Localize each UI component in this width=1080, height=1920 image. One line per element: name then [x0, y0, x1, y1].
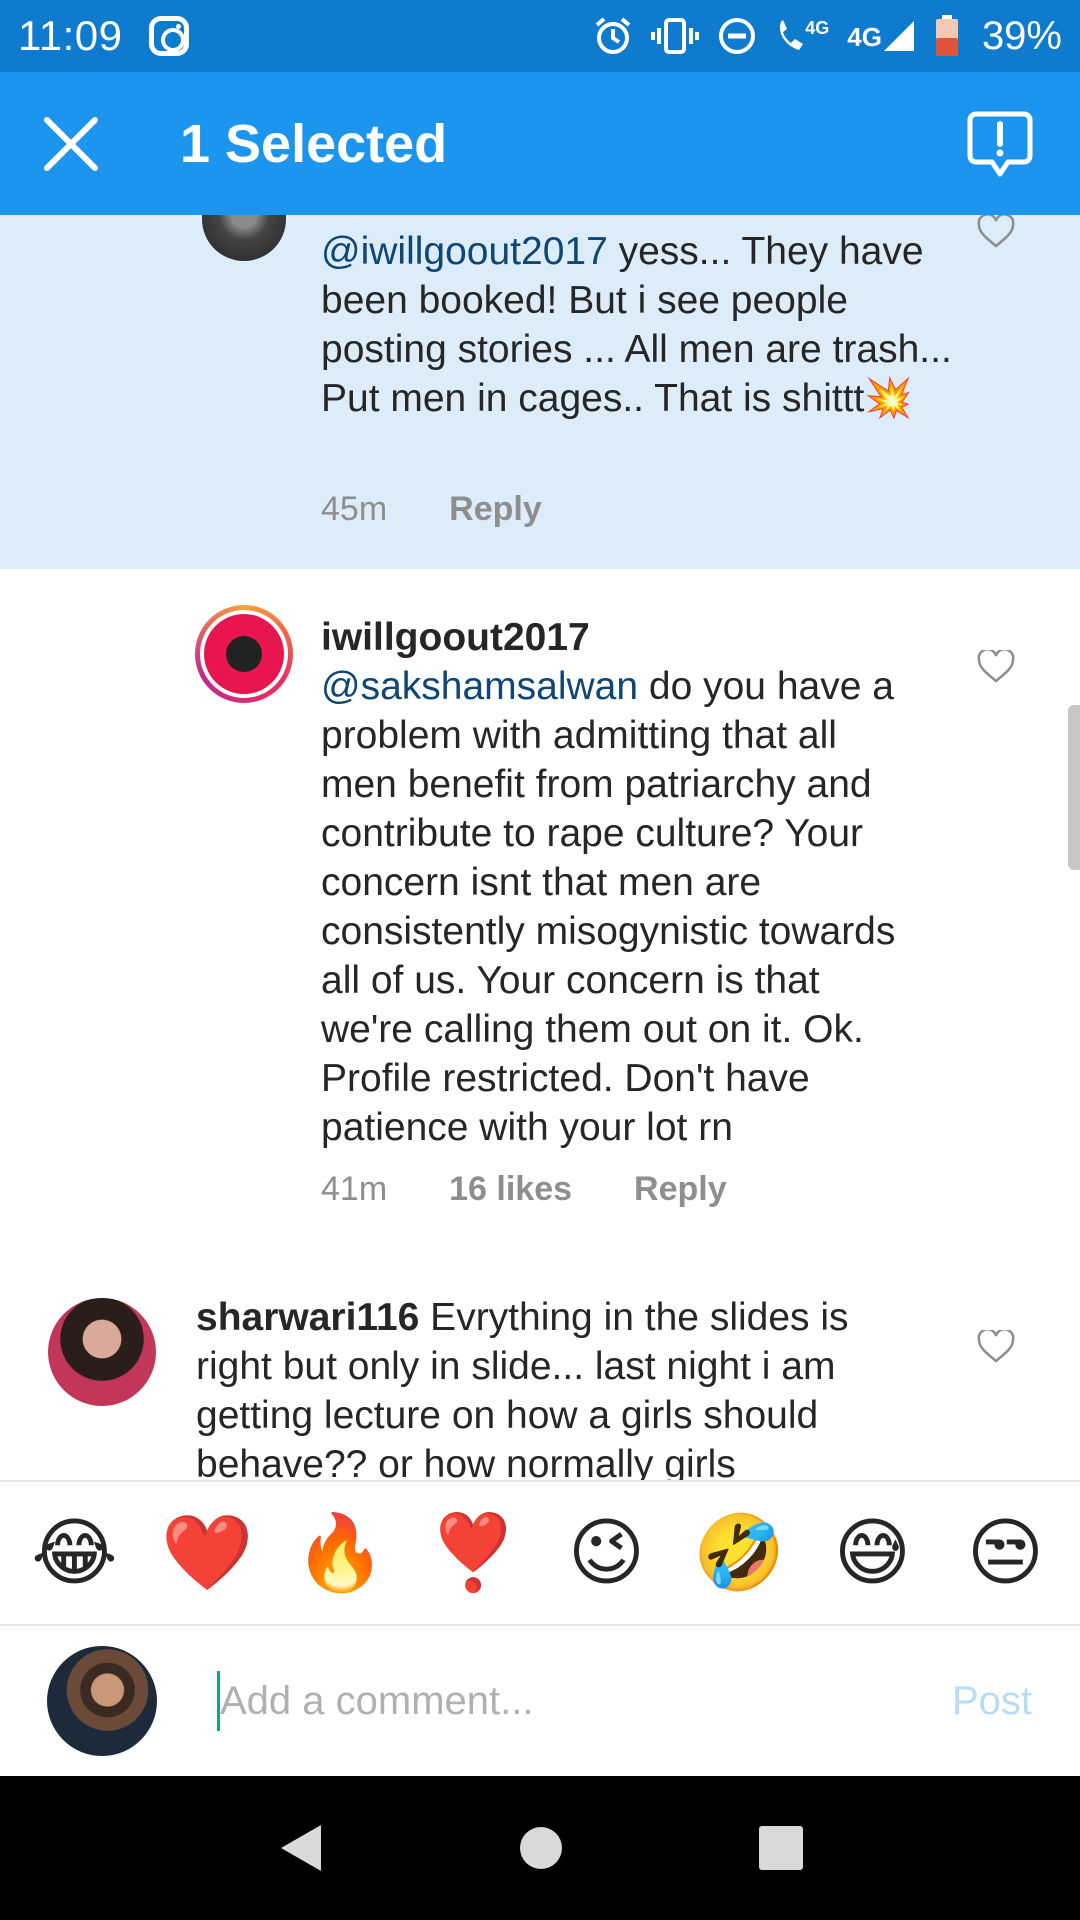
comment-meta: 45m Reply — [321, 490, 542, 529]
system-nav-bar — [0, 1776, 1080, 1920]
emoji-button[interactable]: 😂 — [20, 1516, 130, 1590]
emoji-button[interactable]: 😒 — [951, 1516, 1061, 1590]
emoji-button[interactable]: ❣️ — [419, 1516, 529, 1590]
instagram-icon — [148, 16, 189, 56]
alarm-icon — [595, 17, 631, 54]
emoji-button[interactable]: 🤣 — [685, 1516, 795, 1590]
avatar[interactable] — [195, 605, 293, 703]
battery-percent: 39% — [981, 13, 1062, 58]
comment-input[interactable] — [217, 1671, 897, 1731]
volte-call-icon: 4G — [775, 18, 829, 54]
network-small-label: 4G — [805, 18, 830, 38]
likes-count[interactable]: 16 likes — [449, 1170, 572, 1209]
emoji-button[interactable]: 😅 — [818, 1516, 928, 1590]
vibrate-icon — [651, 18, 700, 54]
avatar[interactable] — [48, 1298, 156, 1406]
comment-composer: Post — [0, 1626, 1080, 1776]
home-icon[interactable] — [516, 1823, 566, 1873]
emoji-button[interactable]: 🔥 — [286, 1516, 396, 1590]
reply-button[interactable]: Reply — [449, 490, 542, 529]
back-icon[interactable] — [275, 1821, 325, 1875]
signal-icon: 4G — [847, 19, 916, 53]
comment-username[interactable]: sharwari116 — [196, 1296, 419, 1339]
comment-body: do you have a problem with admitting tha… — [321, 665, 896, 1149]
post-button[interactable]: Post — [952, 1679, 1032, 1724]
avatar — [47, 1646, 157, 1756]
report-icon — [967, 111, 1033, 176]
recents-icon[interactable] — [757, 1824, 805, 1872]
do-not-disturb-icon — [719, 18, 756, 54]
mention-link[interactable]: @iwillgoout2017 — [321, 230, 608, 273]
comments-list[interactable]: @iwillgoout2017 yess... They have been b… — [0, 215, 1080, 1480]
close-selection-button[interactable] — [0, 72, 142, 215]
emoji-button[interactable]: 😉 — [552, 1516, 662, 1590]
selection-app-bar: 1 Selected — [0, 72, 1080, 215]
network-type-label: 4G — [847, 22, 882, 52]
comment-text: @iwillgoout2017 yess... They have been b… — [321, 227, 961, 423]
comment-meta: 41m 16 likes Reply — [321, 1170, 727, 1209]
emoji-button[interactable]: ❤️ — [153, 1516, 263, 1590]
battery-icon — [935, 15, 958, 56]
comment-text: iwillgoout2017 @sakshamsalwan do you hav… — [321, 613, 921, 1152]
like-heart-icon[interactable] — [977, 1330, 1015, 1364]
close-icon — [44, 116, 98, 171]
comment-text: sharwari116 Evrything in the slides is r… — [196, 1293, 926, 1480]
reply-button[interactable]: Reply — [634, 1170, 727, 1209]
page-title: 1 Selected — [180, 113, 448, 174]
comment-time: 45m — [321, 490, 388, 528]
status-icons: 4G 4G 39% — [593, 14, 1062, 59]
status-bar: 11:09 4G 4G 39% — [0, 0, 1080, 72]
comment-username[interactable]: iwillgoout2017 — [321, 616, 590, 659]
status-time: 11:09 — [18, 12, 123, 59]
like-heart-icon[interactable] — [977, 215, 1015, 249]
report-button[interactable] — [948, 92, 1052, 196]
comment-time: 41m — [321, 1170, 388, 1208]
scrollbar[interactable] — [1068, 705, 1080, 870]
emoji-quick-bar: 😂 ❤️ 🔥 ❣️ 😉 🤣 😅 😒 — [0, 1480, 1080, 1626]
mention-link[interactable]: @sakshamsalwan — [321, 665, 638, 708]
like-heart-icon[interactable] — [977, 650, 1015, 684]
